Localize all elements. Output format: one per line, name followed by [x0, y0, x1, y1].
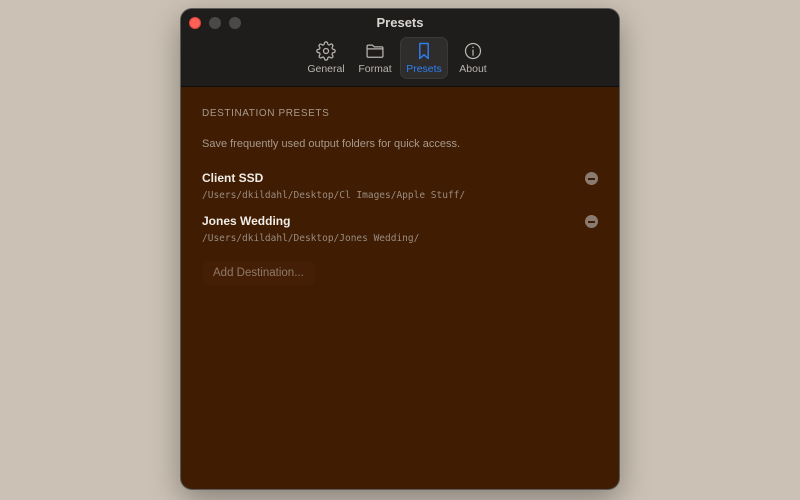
tab-general-label: General: [307, 63, 345, 75]
add-destination-button[interactable]: Add Destination...: [202, 261, 315, 285]
tab-presets[interactable]: Presets: [400, 37, 448, 79]
folder-icon: [366, 44, 384, 58]
remove-preset-button[interactable]: [585, 215, 598, 228]
bookmark-icon: [419, 42, 429, 60]
preset-item[interactable]: Jones Wedding /Users/dkildahl/Desktop/Jo…: [202, 214, 598, 248]
preset-path: /Users/dkildahl/Desktop/Jones Wedding/: [202, 233, 420, 244]
window-title: Presets: [376, 15, 424, 30]
preferences-toolbar: General Format Presets About: [181, 37, 619, 81]
tab-format-label: Format: [358, 63, 392, 75]
preset-name: Client SSD: [202, 171, 264, 185]
remove-preset-button[interactable]: [585, 172, 598, 185]
tab-about-label: About: [459, 63, 487, 75]
preset-item[interactable]: Client SSD /Users/dkildahl/Desktop/Cl Im…: [202, 171, 598, 205]
tab-format[interactable]: Format: [351, 37, 399, 79]
tab-presets-label: Presets: [406, 63, 442, 75]
title-bar: Presets General Format Presets About: [181, 9, 619, 87]
preset-name: Jones Wedding: [202, 214, 291, 228]
preferences-window: Presets General Format Presets About DES…: [181, 9, 619, 489]
tab-general[interactable]: General: [302, 37, 350, 79]
section-heading: DESTINATION PRESETS: [202, 108, 330, 119]
preset-path: /Users/dkildahl/Desktop/Cl Images/Apple …: [202, 190, 466, 201]
tab-about[interactable]: About: [449, 37, 497, 79]
gear-icon: [316, 41, 336, 61]
info-icon: [464, 42, 482, 60]
section-description: Save frequently used output folders for …: [202, 138, 461, 150]
